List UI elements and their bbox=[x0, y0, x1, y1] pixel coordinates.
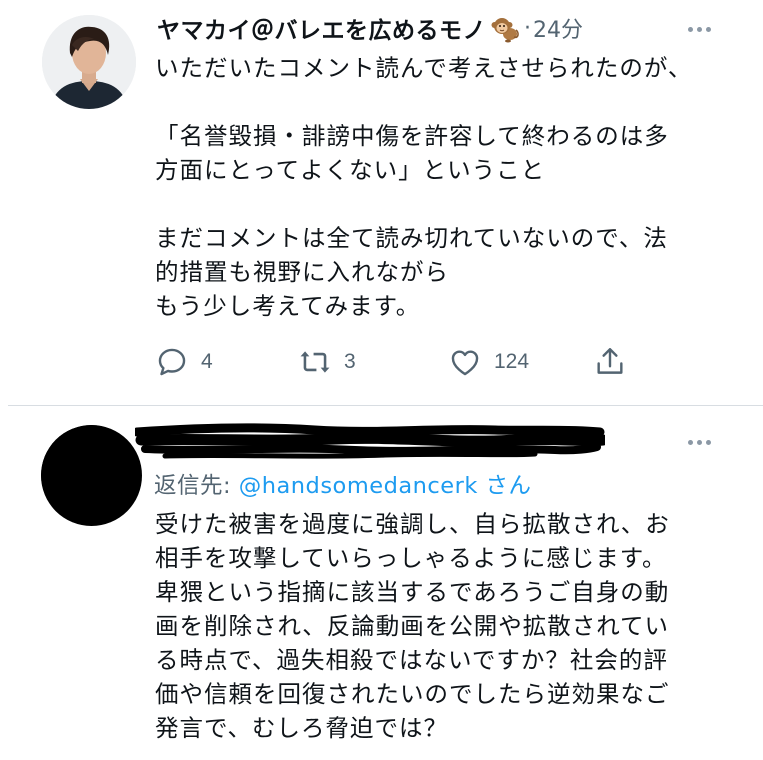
more-options-icon[interactable] bbox=[688, 27, 711, 32]
tweet-1[interactable]: ヤマカイ＠バレエを広めるモノ · 24分 いただいたコメント読んで考えさせられた… bbox=[0, 0, 763, 405]
reply-to-handle-link[interactable]: @handsomedancerk bbox=[239, 473, 478, 499]
tweet-actions: 4 3 124 bbox=[150, 340, 650, 384]
retweet-count: 3 bbox=[344, 350, 356, 373]
retweet-icon bbox=[300, 351, 330, 373]
like-icon bbox=[451, 350, 479, 376]
reply-to-suffix: さん bbox=[477, 473, 532, 499]
reply-tweet-text: 受けた被害を過度に強調し、自ら拡散され、お 相手を攻撃していらっしゃるように感じ… bbox=[155, 510, 670, 742]
tweet-text: いただいたコメント読んで考えさせられたのが、 「名誉毀損・誹謗中傷を許容して終わ… bbox=[155, 54, 693, 320]
tweet-header: ヤマカイ＠バレエを広めるモノ · 24分 bbox=[157, 10, 583, 46]
separator-dot: · bbox=[524, 15, 531, 41]
retweet-button[interactable]: 3 bbox=[298, 340, 356, 384]
share-icon bbox=[597, 348, 623, 374]
more-options-icon[interactable] bbox=[688, 440, 711, 445]
avatar-photo bbox=[42, 15, 136, 109]
reply-icon bbox=[158, 348, 186, 376]
timestamp[interactable]: 24分 bbox=[533, 12, 583, 44]
redaction-scribble-icon bbox=[41, 425, 141, 525]
like-count: 124 bbox=[494, 350, 530, 373]
reply-to-prefix: 返信先: bbox=[154, 473, 239, 499]
redacted-avatar[interactable] bbox=[41, 425, 142, 526]
monkey-emoji-icon bbox=[491, 18, 519, 43]
avatar[interactable] bbox=[42, 15, 136, 109]
reply-button[interactable]: 4 bbox=[155, 340, 213, 384]
display-name[interactable]: ヤマカイ＠バレエを広めるモノ bbox=[157, 11, 486, 45]
share-button[interactable] bbox=[593, 340, 627, 384]
like-button[interactable]: 124 bbox=[448, 340, 529, 384]
redacted-name-scribble-icon bbox=[135, 423, 605, 459]
reply-count: 4 bbox=[201, 350, 213, 373]
reply-to-line: 返信先: @handsomedancerk さん bbox=[154, 468, 532, 500]
